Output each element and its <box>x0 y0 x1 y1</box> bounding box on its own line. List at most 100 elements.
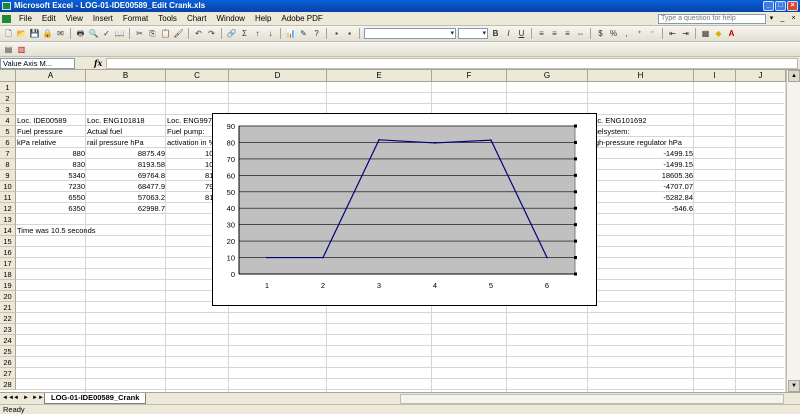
row-header[interactable]: 7 <box>0 148 16 159</box>
row-header[interactable]: 5 <box>0 126 16 137</box>
row-header[interactable]: 10 <box>0 181 16 192</box>
grayed-icon[interactable]: ▪ <box>344 28 355 39</box>
workbook-close-button[interactable]: × <box>789 14 798 23</box>
comma-icon[interactable]: , <box>621 28 632 39</box>
row-header[interactable]: 15 <box>0 236 16 247</box>
font-color-icon[interactable]: A <box>726 28 737 39</box>
help-icon[interactable]: ? <box>311 28 322 39</box>
row-header[interactable]: 6 <box>0 137 16 148</box>
borders-icon[interactable]: ▦ <box>700 28 711 39</box>
embedded-line-chart[interactable]: 0 10 20 30 40 50 60 70 80 90 1 2 3 4 5 6 <box>212 113 597 306</box>
open-icon[interactable]: 📂 <box>16 28 27 39</box>
cell-A6[interactable]: kPa relative <box>16 137 86 148</box>
print-icon[interactable]: 🖶 <box>75 28 86 39</box>
cell-A14[interactable]: Time was 10.5 seconds <box>16 225 216 236</box>
cell-A9[interactable]: 5340 <box>16 170 86 181</box>
row-header[interactable]: 22 <box>0 313 16 324</box>
row-header[interactable]: 23 <box>0 324 16 335</box>
font-name-combo[interactable] <box>364 28 456 39</box>
cell-H5[interactable]: Fuelsystem: <box>588 126 694 137</box>
horizontal-scrollbar[interactable] <box>400 394 784 404</box>
merge-center-icon[interactable]: ⇔ <box>575 28 586 39</box>
menu-view[interactable]: View <box>61 14 88 23</box>
cell-H8[interactable]: -1499.15 <box>588 159 694 170</box>
italic-icon[interactable]: I <box>503 28 514 39</box>
currency-icon[interactable]: $ <box>595 28 606 39</box>
print-preview-icon[interactable]: 🔍 <box>88 28 99 39</box>
cell-B9[interactable]: 69764.8 <box>86 170 166 181</box>
cell-A7[interactable]: 880 <box>16 148 86 159</box>
undo-icon[interactable]: ↶ <box>193 28 204 39</box>
grayed-icon[interactable]: ▪ <box>331 28 342 39</box>
first-sheet-icon[interactable]: ◄◄ <box>2 394 14 403</box>
workbook-icon[interactable] <box>2 15 11 23</box>
research-icon[interactable]: 📖 <box>114 28 125 39</box>
row-header[interactable]: 8 <box>0 159 16 170</box>
row-header[interactable]: 17 <box>0 258 16 269</box>
prev-sheet-icon[interactable]: ◄ <box>12 394 20 403</box>
cell-B4[interactable]: Loc. ENG101818 <box>86 115 166 126</box>
drawing-icon[interactable]: ✎ <box>298 28 309 39</box>
row-header[interactable]: 12 <box>0 203 16 214</box>
cell-B8[interactable]: 8193.58 <box>86 159 166 170</box>
new-icon[interactable]: 🗋 <box>3 28 14 39</box>
align-left-icon[interactable]: ≡ <box>536 28 547 39</box>
row-header[interactable]: 14 <box>0 225 16 236</box>
menu-tools[interactable]: Tools <box>153 14 182 23</box>
row-header[interactable]: 1 <box>0 82 16 93</box>
fx-icon[interactable]: fx <box>94 58 102 68</box>
chart-svg[interactable]: 0 10 20 30 40 50 60 70 80 90 1 2 3 4 5 6 <box>213 114 598 307</box>
cell-H6[interactable]: high-pressure regulator hPa <box>588 137 694 148</box>
font-size-combo[interactable] <box>458 28 488 39</box>
scroll-up-icon[interactable]: ▲ <box>788 70 800 82</box>
align-right-icon[interactable]: ≡ <box>562 28 573 39</box>
next-sheet-icon[interactable]: ► <box>22 394 30 403</box>
paste-icon[interactable]: 📋 <box>160 28 171 39</box>
row-header[interactable]: 24 <box>0 335 16 346</box>
row-header[interactable]: 2 <box>0 93 16 104</box>
cell-A4[interactable]: Loc. IDE00589 <box>16 115 86 126</box>
format-chart-icon[interactable]: ▤ <box>3 44 14 55</box>
help-search-input[interactable]: Type a question for help <box>658 14 766 24</box>
cell-A10[interactable]: 7230 <box>16 181 86 192</box>
cell-B6[interactable]: rail pressure hPa <box>86 137 166 148</box>
cell-A12[interactable]: 6350 <box>16 203 86 214</box>
row-header[interactable]: 13 <box>0 214 16 225</box>
row-header[interactable]: 4 <box>0 115 16 126</box>
sort-ascending-icon[interactable]: ↑ <box>252 28 263 39</box>
select-all-corner[interactable] <box>0 70 16 82</box>
scroll-down-icon[interactable]: ▼ <box>788 380 800 392</box>
row-header[interactable]: 26 <box>0 357 16 368</box>
menu-insert[interactable]: Insert <box>88 14 118 23</box>
help-dropdown-icon[interactable]: ▾ <box>767 14 776 23</box>
increase-indent-icon[interactable]: ⇥ <box>680 28 691 39</box>
formula-input[interactable] <box>106 58 798 69</box>
menu-adobe-pdf[interactable]: Adobe PDF <box>276 14 327 23</box>
menu-file[interactable]: File <box>14 14 37 23</box>
chart-wizard-icon[interactable]: 📊 <box>285 28 296 39</box>
cut-icon[interactable]: ✂ <box>134 28 145 39</box>
column-header[interactable]: A <box>16 70 86 82</box>
spelling-icon[interactable]: ✓ <box>101 28 112 39</box>
row-header[interactable]: 21 <box>0 302 16 313</box>
redo-icon[interactable]: ↷ <box>206 28 217 39</box>
menu-format[interactable]: Format <box>118 14 153 23</box>
cell-H7[interactable]: -1499.15 <box>588 148 694 159</box>
row-header[interactable]: 19 <box>0 280 16 291</box>
format-painter-icon[interactable]: 🖌 <box>173 28 184 39</box>
close-button[interactable]: × <box>787 1 798 11</box>
permission-icon[interactable]: 🔒 <box>42 28 53 39</box>
row-header[interactable]: 16 <box>0 247 16 258</box>
cell-H9[interactable]: 18605.36 <box>588 170 694 181</box>
sheet-tab[interactable]: LOG-01-IDE00589_Crank <box>44 393 147 404</box>
sort-descending-icon[interactable]: ↓ <box>265 28 276 39</box>
column-header[interactable]: C <box>166 70 229 82</box>
increase-decimal-icon[interactable]: ⁺ <box>634 28 645 39</box>
row-header[interactable]: 3 <box>0 104 16 115</box>
cell-B5[interactable]: Actual fuel <box>86 126 166 137</box>
cell-B10[interactable]: 68477.9 <box>86 181 166 192</box>
row-header[interactable]: 28 <box>0 379 16 390</box>
row-header[interactable]: 9 <box>0 170 16 181</box>
row-header[interactable]: 25 <box>0 346 16 357</box>
cell-B12[interactable]: 62998.7 <box>86 203 166 214</box>
